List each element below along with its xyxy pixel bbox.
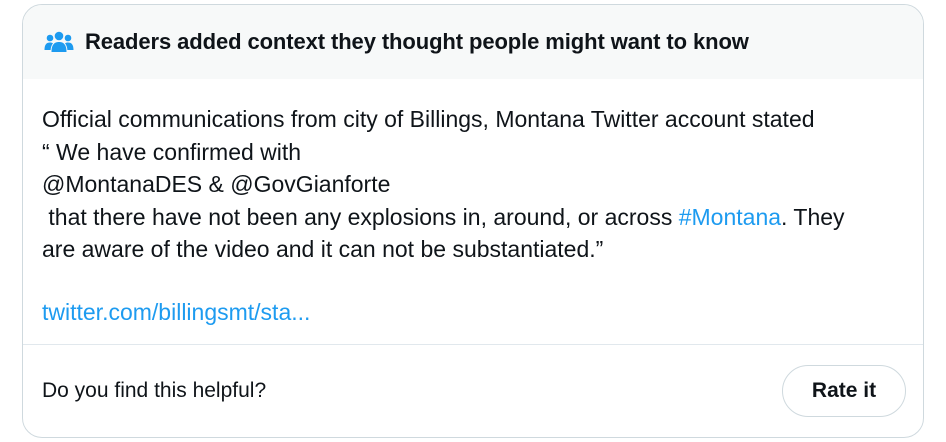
note-header-title: Readers added context they thought peopl… <box>85 29 749 54</box>
rate-it-button[interactable]: Rate it <box>782 365 906 417</box>
note-text-line-4: that there have not been any explosions … <box>42 201 903 234</box>
note-text-line-2: “ We have confirmed with <box>42 138 302 165</box>
note-text-line-5: are aware of the video and it can not be… <box>42 236 604 262</box>
note-text-line-3: @MontanaDES & @GovGianforte <box>42 171 391 197</box>
community-note-card: Readers added context they thought peopl… <box>22 4 924 438</box>
note-text-line-1: Official communications from city of Bil… <box>42 106 815 132</box>
note-text-line-4-start: that there have not been any explosions … <box>42 203 679 230</box>
source-link[interactable]: twitter.com/billingsmt/sta... <box>42 296 310 329</box>
note-text-line-4-end: . They <box>781 203 845 230</box>
helpful-question: Do you find this helpful? <box>42 379 267 402</box>
people-group-icon <box>43 29 75 55</box>
note-footer: Do you find this helpful? Rate it <box>23 345 923 437</box>
note-header: Readers added context they thought peopl… <box>23 5 923 79</box>
montana-hashtag-link[interactable]: #Montana <box>679 204 781 230</box>
note-body: Official communications from city of Bil… <box>23 79 923 345</box>
